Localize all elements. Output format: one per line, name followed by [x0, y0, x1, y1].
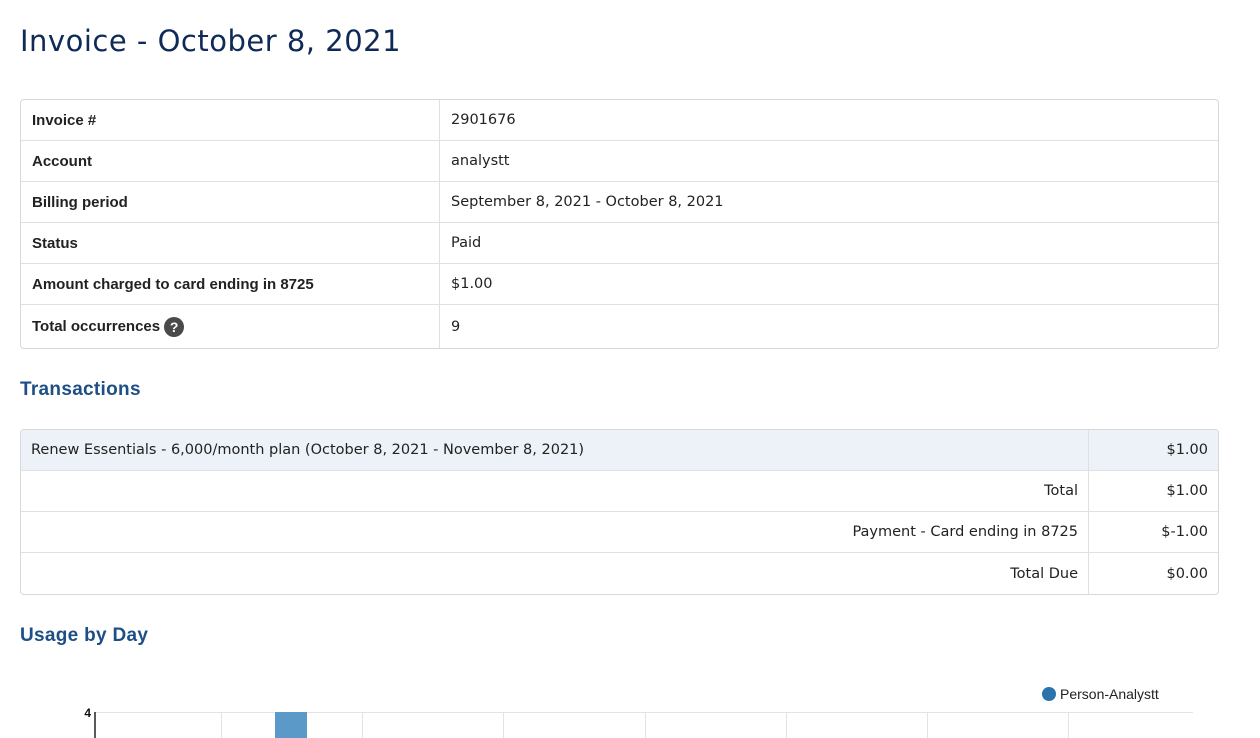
amount-charged-label: Amount charged to card ending in 8725 — [21, 264, 440, 304]
total-due-label: Total Due — [21, 553, 1089, 594]
invoice-row-account: Account analystt — [21, 141, 1218, 182]
invoice-number-label: Invoice # — [21, 100, 440, 140]
total-due-amount: $0.00 — [1166, 565, 1208, 582]
invoice-row-total-occurrences: Total occurrences ? 9 — [21, 305, 1218, 348]
account-value: analystt — [451, 153, 510, 169]
usage-chart-svg: 4 — [84, 706, 1193, 738]
transaction-amount: $1.00 — [1166, 442, 1208, 458]
chart-bars — [275, 712, 307, 738]
total-occurrences-value: 9 — [451, 318, 461, 335]
status-label: Status — [21, 223, 440, 263]
billing-period-label: Billing period — [21, 182, 440, 222]
transactions-table: Renew Essentials - 6,000/month plan (Oct… — [20, 429, 1219, 595]
payment-label: Payment - Card ending in 8725 — [21, 512, 1089, 552]
total-row: Total $1.00 — [21, 471, 1218, 512]
total-amount: $1.00 — [1166, 483, 1208, 499]
transaction-description: Renew Essentials - 6,000/month plan (Oct… — [21, 430, 1089, 470]
invoice-details-table: Invoice # 2901676 Account analystt Billi… — [20, 99, 1219, 349]
total-occurrences-label: Total occurrences — [32, 318, 161, 335]
chart-grid — [95, 712, 1193, 738]
invoice-row-status: Status Paid — [21, 223, 1218, 264]
invoice-row-billing-period: Billing period September 8, 2021 - Octob… — [21, 182, 1218, 223]
y-tick-label: 4 — [84, 706, 91, 720]
invoice-row-amount-charged: Amount charged to card ending in 8725 $1… — [21, 264, 1218, 305]
page-title: Invoice - October 8, 2021 — [20, 24, 402, 58]
total-occurrences-label-cell: Total occurrences ? — [21, 305, 440, 348]
invoice-row-number: Invoice # 2901676 — [21, 100, 1218, 141]
total-label: Total — [21, 471, 1089, 511]
payment-amount: $-1.00 — [1161, 524, 1208, 540]
usage-heading: Usage by Day — [20, 625, 149, 646]
usage-chart: Person-Analystt 4 — [0, 670, 1260, 738]
billing-period-value: September 8, 2021 - October 8, 2021 — [451, 194, 724, 210]
amount-charged-value: $1.00 — [451, 276, 493, 292]
transactions-heading: Transactions — [20, 379, 141, 400]
invoice-number-value: 2901676 — [451, 112, 516, 128]
help-icon[interactable]: ? — [164, 316, 185, 337]
account-label: Account — [21, 141, 440, 181]
transaction-row: Renew Essentials - 6,000/month plan (Oct… — [21, 430, 1218, 471]
bar[interactable] — [275, 712, 307, 738]
status-value: Paid — [451, 235, 482, 251]
total-due-row: Total Due $0.00 — [21, 553, 1218, 594]
payment-row: Payment - Card ending in 8725 $-1.00 — [21, 512, 1218, 553]
